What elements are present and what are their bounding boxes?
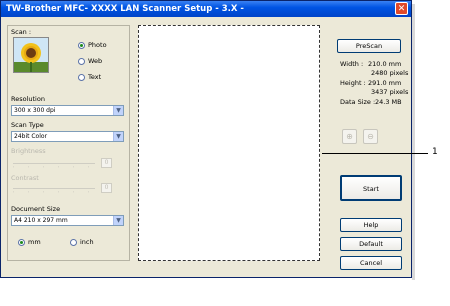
unit-mm-radio[interactable] xyxy=(18,239,25,246)
resolution-value: 300 x 300 dpi xyxy=(14,107,56,114)
scanning-area[interactable] xyxy=(138,25,320,261)
contrast-ticks: ' ' ' ' ' ' xyxy=(13,191,96,197)
window-shadow xyxy=(412,4,415,280)
height-mm-value: 291.0 mm xyxy=(368,79,402,87)
data-size-value: 24.3 MB xyxy=(375,98,402,106)
contrast-field[interactable]: 0 xyxy=(101,183,112,193)
zoom-in-icon[interactable]: ⊕ xyxy=(342,129,357,144)
chevron-down-icon[interactable]: ▼ xyxy=(113,216,123,225)
window-title: TW-Brother MFC- XXXX LAN Scanner Setup -… xyxy=(6,4,244,14)
sunflower-icon xyxy=(14,38,48,72)
document-size-value: A4 210 x 297 mm xyxy=(14,217,68,224)
chevron-down-icon[interactable]: ▼ xyxy=(113,106,123,115)
cancel-button[interactable]: Cancel xyxy=(340,256,402,270)
document-size-label: Document Size xyxy=(11,205,61,213)
scan-web-radio[interactable] xyxy=(78,58,85,65)
chevron-down-icon[interactable]: ▼ xyxy=(113,132,123,141)
brightness-label: Brightness xyxy=(11,147,46,155)
contrast-label: Contrast xyxy=(11,174,39,182)
width-label: Width : xyxy=(340,60,364,68)
callout-number: 1 xyxy=(432,147,438,157)
brightness-field[interactable]: 0 xyxy=(101,158,112,168)
start-button[interactable]: Start xyxy=(340,175,402,201)
unit-inch-label: inch xyxy=(80,238,94,246)
unit-mm-label: mm xyxy=(28,238,41,246)
data-size-label: Data Size : xyxy=(340,98,376,106)
height-pixels-value: 3437 pixels xyxy=(371,88,409,96)
scan-label: Scan : xyxy=(11,28,32,36)
close-button[interactable]: ✕ xyxy=(395,2,408,15)
brightness-slider[interactable] xyxy=(13,163,95,164)
help-button[interactable]: Help xyxy=(340,218,402,232)
scan-type-value: 24bit Color xyxy=(14,133,48,140)
prescan-button[interactable]: PreScan xyxy=(337,39,401,53)
width-mm-value: 210.0 mm xyxy=(368,60,402,68)
resolution-select[interactable]: 300 x 300 dpi ▼ xyxy=(11,105,124,116)
scan-photo-label: Photo xyxy=(88,41,107,49)
title-bar[interactable]: TW-Brother MFC- XXXX LAN Scanner Setup -… xyxy=(1,1,411,17)
scan-text-radio[interactable] xyxy=(78,74,85,81)
scan-text-label: Text xyxy=(88,73,102,81)
contrast-slider[interactable] xyxy=(13,188,95,189)
zoom-out-icon[interactable]: ⊖ xyxy=(363,129,378,144)
height-label: Height : xyxy=(340,79,366,87)
document-size-select[interactable]: A4 210 x 297 mm ▼ xyxy=(11,215,124,226)
scan-web-label: Web xyxy=(88,57,103,65)
scan-photo-radio[interactable] xyxy=(78,42,85,49)
default-button[interactable]: Default xyxy=(340,237,402,251)
width-pixels-value: 2480 pixels xyxy=(371,69,409,77)
scan-type-label: Scan Type xyxy=(11,121,44,129)
resolution-label: Resolution xyxy=(11,95,45,103)
scanner-setup-window: TW-Brother MFC- XXXX LAN Scanner Setup -… xyxy=(0,0,412,278)
unit-inch-radio[interactable] xyxy=(70,239,77,246)
scan-type-select[interactable]: 24bit Color ▼ xyxy=(11,131,124,142)
brightness-ticks: ' ' ' ' ' ' xyxy=(13,166,96,172)
callout-line xyxy=(322,153,428,154)
scan-mode-preview-image xyxy=(13,37,49,73)
